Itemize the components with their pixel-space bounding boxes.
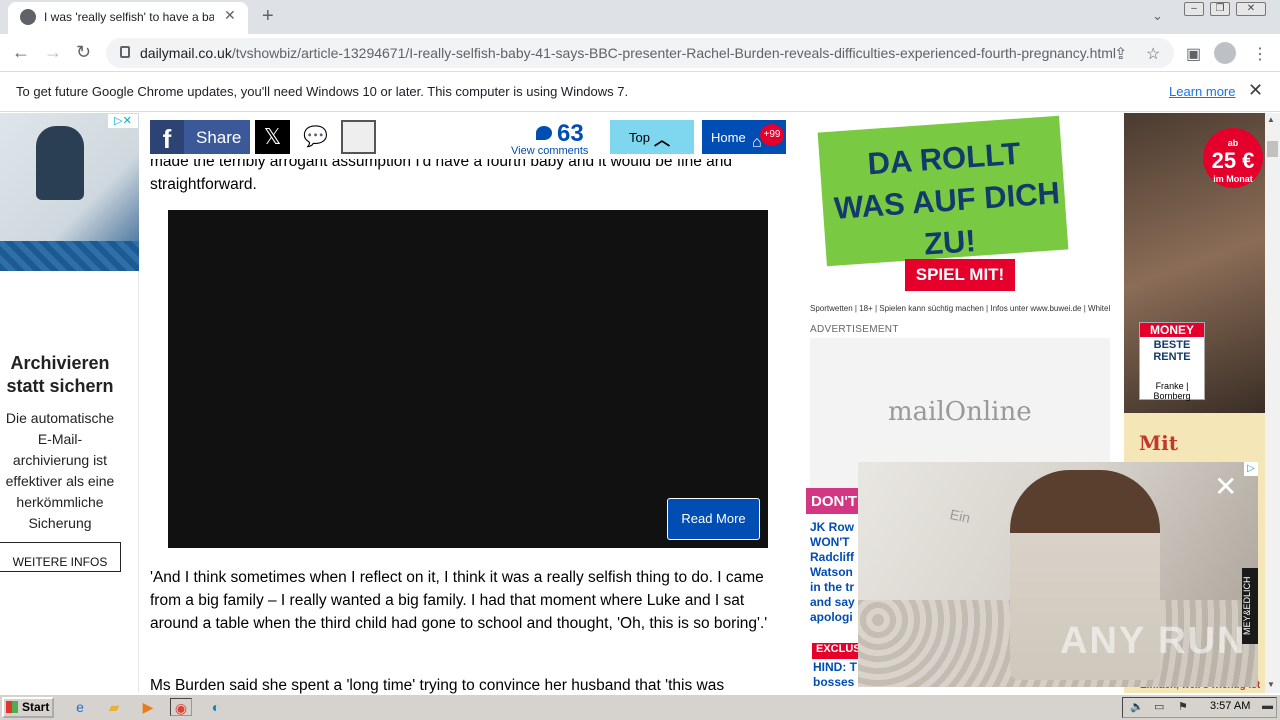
exclusive-badge: EXCLUS bbox=[812, 643, 861, 659]
page-scrollbar[interactable] bbox=[1265, 113, 1280, 693]
far-ad-headline: Mit bbox=[1139, 431, 1178, 455]
close-window-button[interactable]: ✕ bbox=[1236, 2, 1266, 16]
home-label: Home bbox=[711, 130, 746, 145]
internet-explorer-icon[interactable]: e bbox=[70, 698, 90, 716]
left-ad-image-band bbox=[0, 241, 139, 271]
article-paragraph: 'And I think sometimes when I reflect on… bbox=[150, 569, 768, 632]
url-host: dailymail.co.uk bbox=[140, 45, 232, 61]
x-share-icon[interactable]: 𝕏 bbox=[255, 120, 290, 154]
comment-count[interactable]: 63 bbox=[557, 120, 584, 148]
anyrun-watermark: ANY RUN bbox=[1060, 620, 1247, 662]
money-award-seal: MONEY BESTE RENTE Franke | Bornberg bbox=[1139, 322, 1205, 401]
windows-taskbar bbox=[0, 694, 1280, 720]
view-comments-link[interactable]: View comments bbox=[511, 145, 588, 157]
price-badge: ab 25 € im Monat bbox=[1203, 128, 1263, 188]
overlay-ad-brand: MEY&EDLICH bbox=[1242, 568, 1258, 644]
money-seal-title: BESTE RENTE bbox=[1153, 339, 1191, 363]
advertisement-label: ADVERTISEMENT bbox=[810, 324, 899, 335]
comment-bubble-icon[interactable] bbox=[536, 126, 552, 140]
mailonline-logo: mailOnline bbox=[888, 397, 1032, 427]
exclusive-story-link[interactable]: HIND: T bosses bbox=[813, 660, 859, 690]
ad-headline: DA ROLLT WAS AUF DICH ZU! bbox=[832, 135, 1062, 262]
overlay-close-icon[interactable]: ✕ bbox=[1214, 470, 1237, 503]
back-to-top-button[interactable] bbox=[610, 120, 694, 154]
edge-icon[interactable]: ◐ bbox=[206, 698, 226, 716]
restore-button[interactable]: ❐ bbox=[1210, 2, 1230, 16]
globe-icon bbox=[20, 9, 36, 25]
money-seal-brand: Franke | Bornberg bbox=[1153, 381, 1191, 401]
scroll-down-arrow-icon[interactable]: ▼ bbox=[1267, 680, 1275, 689]
show-desktop-icon[interactable]: ▬ bbox=[1262, 700, 1273, 712]
scroll-up-arrow-icon[interactable]: ▲ bbox=[1267, 115, 1275, 124]
facebook-share-label: Share bbox=[196, 128, 242, 147]
read-more-button[interactable]: Read More bbox=[667, 498, 760, 540]
messenger-icon[interactable]: 💬 bbox=[298, 120, 333, 154]
back-icon[interactable]: ← bbox=[12, 42, 30, 63]
new-tab-button[interactable]: + bbox=[262, 5, 274, 28]
ad-cta-button[interactable]: SPIEL MIT! bbox=[905, 259, 1015, 291]
menu-kebab-icon[interactable]: ⋮ bbox=[1252, 44, 1268, 64]
media-player-icon[interactable]: ▶ bbox=[138, 698, 158, 716]
chevron-up-icon: ︿ bbox=[654, 132, 671, 149]
dont-miss-story-link[interactable]: JK Row WON'T Radcliff Watson in the tr a… bbox=[810, 520, 860, 630]
minimize-button[interactable]: – bbox=[1184, 2, 1204, 16]
tab-close-icon[interactable]: ✕ bbox=[224, 7, 236, 24]
url-text[interactable]: dailymail.co.uk/tvshowbiz/article-132946… bbox=[140, 45, 1116, 61]
reload-icon[interactable]: ↻ bbox=[76, 42, 91, 63]
side-panel-icon[interactable]: ▣ bbox=[1186, 44, 1201, 64]
left-ad-button[interactable]: WEITERE INFOS bbox=[0, 542, 121, 572]
chrome-icon[interactable]: ◉ bbox=[170, 698, 192, 716]
scrollbar-thumb[interactable] bbox=[1267, 141, 1278, 157]
forward-icon[interactable]: → bbox=[44, 42, 62, 63]
money-seal-head: MONEY bbox=[1140, 323, 1204, 337]
ad-legal-text: Sportwetten | 18+ | Spielen kann süchtig… bbox=[810, 304, 1110, 313]
bookmark-star-icon[interactable]: ☆ bbox=[1146, 44, 1160, 64]
url-path: /tvshowbiz/article-13294671/I-really-sel… bbox=[231, 45, 1117, 61]
email-share-icon[interactable] bbox=[341, 120, 376, 154]
profile-avatar[interactable] bbox=[1214, 42, 1236, 64]
system-tray bbox=[1122, 697, 1277, 718]
tab-search-icon[interactable]: ⌄ bbox=[1152, 8, 1163, 24]
left-ad-title: Archivieren statt sichern bbox=[6, 353, 114, 396]
left-ad-text: Die automatische E-Mail-archivierung ist… bbox=[5, 410, 115, 531]
infobar-close-icon[interactable]: ✕ bbox=[1248, 80, 1263, 101]
dont-miss-heading: DON'T bbox=[806, 488, 858, 514]
network-icon[interactable]: ▭ bbox=[1154, 700, 1164, 713]
left-ad-person-figure bbox=[36, 126, 84, 200]
learn-more-link[interactable]: Learn more bbox=[1169, 84, 1235, 99]
share-icon[interactable]: ⇪ bbox=[1114, 44, 1127, 64]
home-notification-badge: +99 bbox=[760, 124, 784, 146]
top-label: Top bbox=[629, 130, 650, 145]
ad-choices-icon[interactable]: ▷ bbox=[1244, 462, 1258, 476]
action-center-flag-icon[interactable]: ⚑ bbox=[1178, 700, 1188, 713]
windows-logo-icon bbox=[6, 701, 18, 713]
volume-icon[interactable]: 🔈 bbox=[1130, 700, 1144, 713]
ad-choices-icon[interactable]: ▷✕ bbox=[108, 114, 138, 128]
facebook-icon: f bbox=[150, 120, 184, 154]
lock-icon[interactable] bbox=[120, 46, 130, 58]
tab-title: I was 'really selfish' to have a baby bbox=[44, 10, 214, 24]
file-explorer-icon[interactable]: ▰ bbox=[104, 698, 124, 716]
taskbar-clock[interactable]: 3:57 AM bbox=[1210, 700, 1250, 712]
infobar-message: To get future Google Chrome updates, you… bbox=[16, 84, 629, 99]
